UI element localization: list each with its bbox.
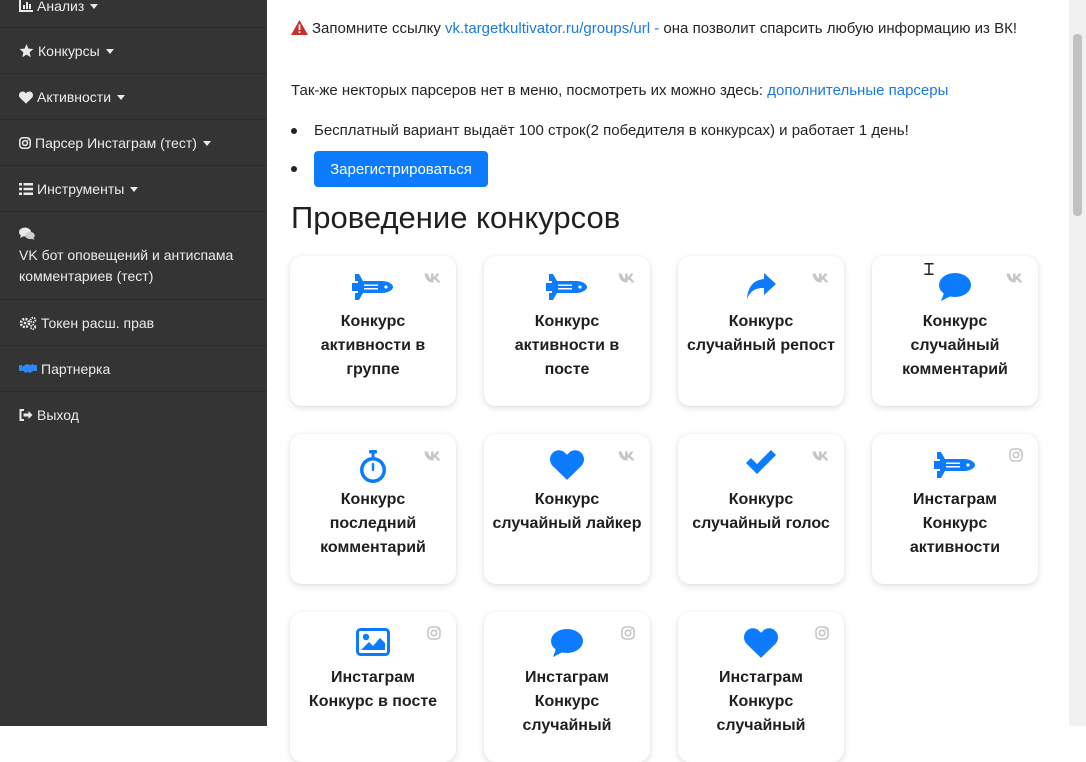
free-plan-text: Бесплатный вариант выдаёт 100 строк(2 по… (314, 122, 909, 139)
sidebar-item-label: Активности (37, 89, 112, 105)
contest-card-title: Конкурс активности в посте (514, 313, 620, 378)
instagram-icon (1009, 448, 1023, 467)
contest-card[interactable]: Конкурс активности в посте (484, 256, 650, 406)
warning-icon (291, 19, 308, 42)
heart-icon (550, 450, 584, 485)
text-cursor-icon: Ꮖ (924, 260, 935, 279)
sidebar-item-vk-bot[interactable]: VK бот оповещений и антиспама комментари… (0, 212, 267, 300)
list-bullet (291, 128, 297, 134)
sign-out-icon (19, 409, 33, 421)
contest-card-title: Конкурс случайный лайкер (492, 491, 642, 532)
vk-icon (618, 270, 635, 288)
space-shuttle-icon (352, 272, 394, 307)
share-icon (745, 272, 777, 305)
contest-card[interactable]: Инстаграм Конкурс случайный (484, 612, 650, 762)
check-icon (744, 450, 778, 481)
space-shuttle-icon (934, 450, 976, 485)
star-icon (19, 44, 34, 58)
vk-icon (618, 448, 635, 466)
contest-card[interactable]: Инстаграм Конкурс активности (872, 434, 1038, 584)
url-notice: Запомните ссылку vk.targetkultivator.ru/… (291, 17, 1051, 42)
contest-card[interactable]: Инстаграм Конкурс в посте (290, 612, 456, 762)
stopwatch-icon (358, 450, 388, 489)
instagram-icon (427, 626, 441, 645)
sidebar-item-tools[interactable]: Инструменты (0, 166, 267, 212)
space-shuttle-icon (546, 272, 588, 307)
sidebar-item-activities[interactable]: Активности (0, 74, 267, 120)
instagram-icon (815, 626, 829, 645)
heart-icon (744, 628, 778, 663)
notice-prefix: Запомните ссылку (312, 20, 445, 37)
sidebar: Анализ Конкурсы Активности Парсер Инстаг… (0, 0, 267, 726)
extra-text: Так-же некторых парсеров нет в меню, пос… (291, 82, 768, 99)
instagram-icon (621, 626, 635, 645)
notice-suffix: она позволит спарсить любую информацию и… (659, 20, 1018, 37)
contest-card-title: Конкурс случайный комментарий (902, 313, 1008, 378)
contest-card-title: Конкурс случайный голос (692, 491, 830, 532)
sidebar-item-analysis[interactable]: Анализ (0, 0, 267, 28)
sidebar-item-label: Конкурсы (38, 43, 100, 59)
contest-card-title: Инстаграм Конкурс активности (909, 491, 1001, 556)
section-title: Проведение конкурсов (291, 200, 621, 235)
vk-icon (812, 270, 829, 288)
cogs-icon (19, 316, 37, 330)
sidebar-item-token[interactable]: Токен расш. прав (0, 300, 267, 346)
sidebar-item-label: Выход (37, 407, 79, 423)
extra-parsers-text: Так-же некторых парсеров нет в меню, пос… (291, 80, 948, 102)
contest-card[interactable]: Конкурс случайный репост (678, 256, 844, 406)
sidebar-item-instagram-parser[interactable]: Парсер Инстаграм (тест) (0, 120, 267, 166)
contest-card-title: Конкурс активности в группе (320, 313, 426, 378)
register-button[interactable]: Зарегистрироваться (314, 151, 488, 187)
caret-down-icon (130, 186, 139, 192)
sidebar-item-label: Инструменты (37, 181, 125, 197)
caret-down-icon (202, 140, 211, 146)
sidebar-item-label: Партнерка (41, 361, 111, 377)
heart-icon (19, 90, 33, 104)
vk-icon (1006, 270, 1023, 288)
contest-card[interactable]: Конкурс случайный комментарий (872, 256, 1038, 406)
handshake-icon (19, 363, 37, 375)
contest-card[interactable]: Конкурс случайный голос (678, 434, 844, 584)
sidebar-item-label: VK бот оповещений и антиспама комментари… (19, 247, 234, 284)
comment-icon (550, 628, 584, 663)
vk-icon (812, 448, 829, 466)
scrollbar-thumb[interactable] (1073, 34, 1082, 216)
contest-card-title: Конкурс последний комментарий (320, 491, 426, 556)
contest-card-title: Инстаграм Конкурс случайный (522, 669, 612, 734)
image-icon (356, 628, 390, 661)
caret-down-icon (105, 48, 114, 54)
contest-card-title: Инстаграм Конкурс случайный (716, 669, 806, 734)
sidebar-item-partner[interactable]: Партнерка (0, 346, 267, 392)
groups-url-link[interactable]: vk.targetkultivator.ru/groups/url (445, 20, 650, 37)
vk-icon (424, 270, 441, 288)
caret-down-icon (90, 3, 99, 9)
contest-card[interactable]: Конкурс последний комментарий (290, 434, 456, 584)
sidebar-item-contests[interactable]: Конкурсы (0, 28, 267, 74)
comment-icon (938, 272, 972, 307)
instagram-icon (19, 137, 31, 149)
sidebar-item-label: Токен расш. прав (41, 315, 155, 331)
sidebar-item-logout[interactable]: Выход (0, 392, 267, 438)
bar-chart-icon (19, 0, 33, 12)
vk-icon (424, 448, 441, 466)
main-content: Запомните ссылку vk.targetkultivator.ru/… (267, 0, 1069, 762)
comments-icon (19, 227, 35, 241)
contest-card[interactable]: Конкурс случайный лайкер (484, 434, 650, 584)
contest-card-title: Конкурс случайный репост (686, 313, 835, 354)
list-icon (19, 183, 33, 195)
sidebar-item-label: Анализ (37, 0, 85, 14)
contest-card[interactable]: Конкурс активности в группе (290, 256, 456, 406)
list-bullet (291, 166, 297, 172)
contest-card[interactable]: Инстаграм Конкурс случайный (678, 612, 844, 762)
caret-down-icon (117, 94, 126, 100)
contest-card-title: Инстаграм Конкурс в посте (308, 669, 438, 710)
sidebar-item-label: Парсер Инстаграм (тест) (35, 135, 197, 151)
scrollbar[interactable] (1069, 0, 1086, 726)
extra-parsers-link[interactable]: дополнительные парсеры (767, 82, 948, 99)
